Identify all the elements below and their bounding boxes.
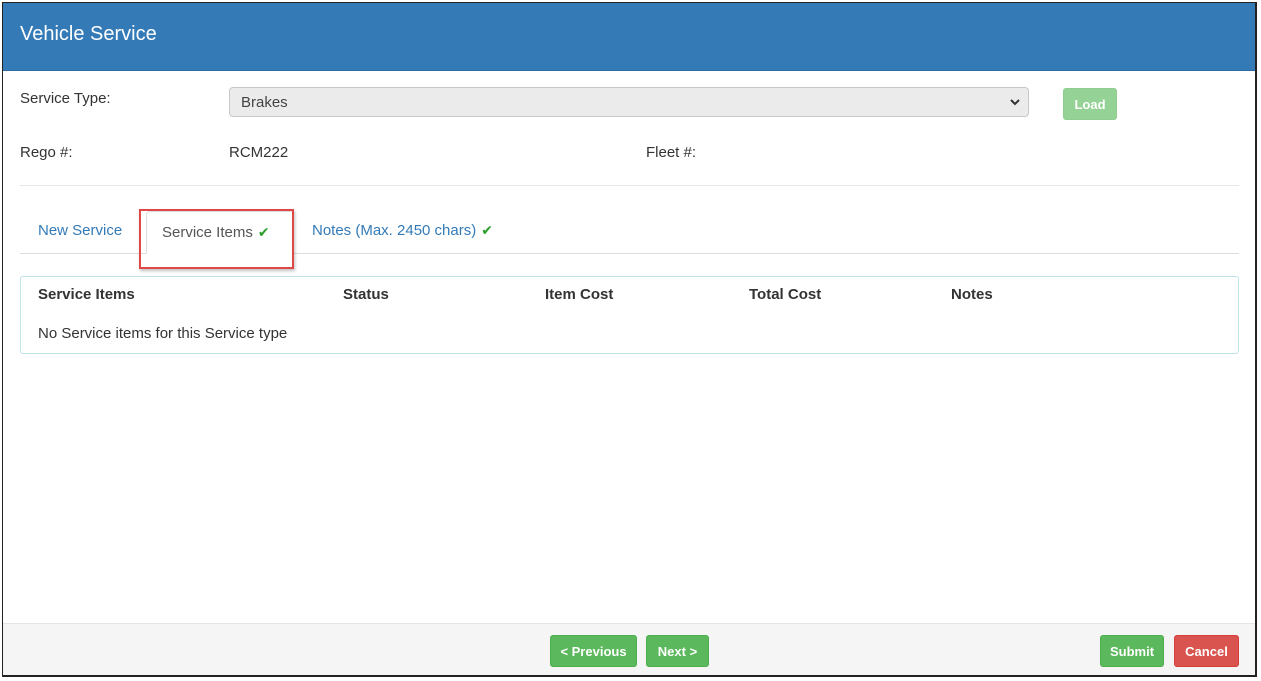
cancel-button[interactable]: Cancel [1174,635,1239,667]
column-header-notes: Notes [951,286,993,303]
tab-new-service-label: New Service [38,222,123,239]
dialog-header: Vehicle Service [3,3,1255,71]
tab-service-items-label: Service Items [162,224,253,241]
service-items-table: Service Items Status Item Cost Total Cos… [20,276,1239,354]
empty-table-message: No Service items for this Service type [38,325,288,342]
section-divider [20,185,1239,186]
fleet-label: Fleet #: [646,144,697,161]
service-type-label: Service Type: [20,90,111,107]
submit-button[interactable]: Submit [1100,635,1164,667]
tab-new-service[interactable]: New Service [38,222,122,239]
column-header-total-cost: Total Cost [749,286,822,303]
service-type-selected-value: Brakes [241,94,288,111]
checkmark-icon: ✔ [257,224,270,240]
load-button[interactable]: Load [1063,88,1117,120]
vehicle-service-dialog: Vehicle Service Service Type: Brakes Loa… [2,2,1257,677]
service-type-select[interactable]: Brakes [229,87,1029,117]
dialog-title: Vehicle Service [20,23,157,45]
dialog-footer: < Previous Next > Submit Cancel [3,623,1255,675]
column-header-status: Status [343,286,389,303]
rego-value: RCM222 [229,144,289,161]
chevron-down-icon [1010,99,1020,106]
next-button[interactable]: Next > [646,635,709,667]
column-header-item-cost: Item Cost [545,286,614,303]
tab-notes[interactable]: Notes (Max. 2450 chars) ✔ [312,222,493,239]
rego-label: Rego #: [20,144,73,161]
tab-notes-label: Notes (Max. 2450 chars) [312,222,477,239]
column-header-service-items: Service Items [38,286,135,303]
checkmark-icon: ✔ [481,222,493,238]
previous-button[interactable]: < Previous [550,635,637,667]
tab-service-items[interactable]: Service Items ✔ [146,211,294,254]
